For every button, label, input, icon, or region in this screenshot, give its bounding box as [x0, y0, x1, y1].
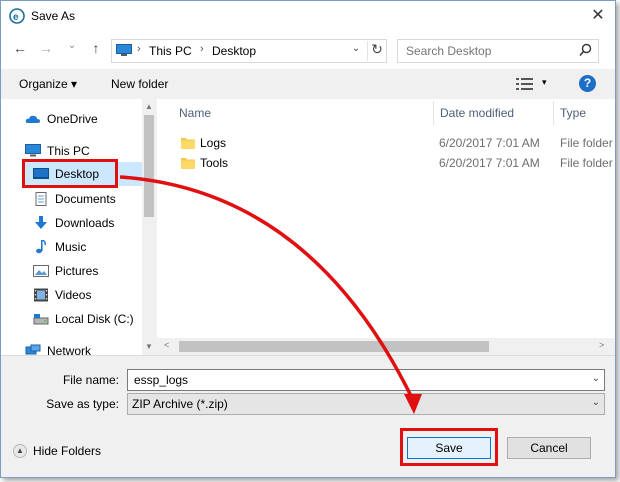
- sidebar-item-label: Downloads: [55, 216, 115, 230]
- search-icon: [579, 43, 592, 57]
- computer-icon: [25, 144, 41, 157]
- sidebar-item-label: Videos: [55, 288, 92, 302]
- navigation-pane-scrollbar[interactable]: ▲ ▼: [142, 99, 156, 355]
- title-bar: e Save As ✕: [1, 1, 615, 31]
- download-icon: [35, 216, 47, 229]
- file-type: File folder: [560, 136, 613, 150]
- sidebar-item-label: This PC: [47, 144, 90, 158]
- sidebar-item-label: OneDrive: [47, 112, 98, 126]
- cancel-button[interactable]: Cancel: [507, 437, 591, 459]
- address-dropdown-icon[interactable]: ⌄: [348, 43, 364, 59]
- scrollbar-thumb[interactable]: [179, 341, 489, 352]
- file-date: 6/20/2017 7:01 AM: [439, 156, 540, 170]
- breadcrumb-desktop[interactable]: Desktop: [212, 44, 256, 58]
- sidebar-item-label: Network: [47, 344, 92, 355]
- file-name-label: File name:: [62, 373, 119, 387]
- navigation-pane: OneDrive This PC Desktop Documents Downl…: [1, 99, 156, 355]
- up-button[interactable]: ↑: [87, 40, 105, 60]
- save-as-dialog: e Save As ✕ ← → ⌄ ↑ › This PC › Desktop …: [0, 0, 616, 478]
- column-divider[interactable]: [553, 101, 554, 125]
- file-date: 6/20/2017 7:01 AM: [439, 136, 540, 150]
- chevron-up-icon: ▲: [13, 444, 27, 458]
- table-row[interactable]: Tools 6/20/2017 7:01 AM File folder: [157, 153, 615, 173]
- column-header-name[interactable]: Name: [179, 99, 211, 127]
- column-divider[interactable]: [433, 101, 434, 125]
- dialog-footer: ▲ Hide Folders Save Cancel: [1, 431, 615, 477]
- sort-ascending-icon: ^: [297, 99, 301, 103]
- breadcrumb-this-pc[interactable]: This PC: [149, 44, 192, 58]
- file-name-input[interactable]: [132, 372, 576, 388]
- view-dropdown-icon[interactable]: ▾: [542, 77, 547, 88]
- refresh-button[interactable]: ↻: [367, 41, 386, 61]
- search-box[interactable]: [397, 39, 599, 63]
- folder-icon: [181, 158, 195, 169]
- recent-locations-button[interactable]: ⌄: [63, 40, 81, 60]
- file-list-horizontal-scrollbar[interactable]: < >: [157, 338, 615, 355]
- document-icon: [35, 192, 47, 206]
- pane-divider: [1, 355, 615, 356]
- save-as-type-label: Save as type:: [46, 397, 119, 411]
- svg-text:e: e: [13, 12, 19, 23]
- column-header-type[interactable]: Type: [560, 99, 586, 127]
- address-bar[interactable]: › This PC › Desktop ⌄ ↻: [111, 39, 387, 63]
- file-type: File folder: [560, 156, 613, 170]
- file-list: ^ Name Date modified Type Logs 6/20/2017…: [157, 99, 615, 355]
- search-input[interactable]: [404, 43, 578, 59]
- scroll-up-icon[interactable]: ▲: [145, 102, 153, 111]
- save-as-type-value: ZIP Archive (*.zip): [132, 397, 228, 411]
- new-folder-button[interactable]: New folder: [111, 77, 168, 91]
- hide-folders-label: Hide Folders: [33, 444, 102, 458]
- scroll-right-icon[interactable]: >: [599, 340, 604, 350]
- back-button[interactable]: ←: [11, 40, 29, 60]
- network-icon: [25, 344, 41, 355]
- sidebar-item-label: Music: [55, 240, 87, 254]
- app-icon: e: [9, 8, 25, 24]
- window-title: Save As: [31, 9, 76, 23]
- file-name-field[interactable]: ⌄: [127, 369, 605, 391]
- table-row[interactable]: Logs 6/20/2017 7:01 AM File folder: [157, 133, 615, 153]
- breadcrumb-separator: ›: [137, 43, 141, 55]
- chevron-down-icon[interactable]: ⌄: [592, 397, 600, 408]
- folder-icon: [181, 138, 195, 149]
- video-icon: [34, 288, 48, 302]
- file-name: Logs: [200, 136, 227, 150]
- music-icon: [36, 240, 46, 254]
- sidebar-item-label: Documents: [55, 192, 116, 206]
- sidebar-item-label: Local Disk (C:): [55, 312, 134, 326]
- disk-icon: [33, 314, 49, 325]
- forward-button[interactable]: →: [37, 40, 55, 60]
- cloud-icon: [25, 115, 40, 123]
- close-button[interactable]: ✕: [587, 5, 609, 27]
- scroll-down-icon[interactable]: ▼: [145, 342, 153, 351]
- chevron-down-icon[interactable]: ⌄: [592, 373, 600, 384]
- save-button[interactable]: Save: [407, 437, 491, 459]
- sidebar-item-label: Pictures: [55, 264, 99, 278]
- picture-icon: [33, 265, 49, 277]
- organize-button[interactable]: Organize ▾: [19, 77, 77, 91]
- sidebar-item-label: Desktop: [55, 167, 100, 181]
- computer-icon: [116, 44, 132, 56]
- scrollbar-thumb[interactable]: [144, 115, 154, 217]
- save-as-type-select[interactable]: ZIP Archive (*.zip) ⌄: [127, 393, 605, 415]
- help-icon[interactable]: ?: [579, 75, 596, 92]
- navigation-bar: ← → ⌄ ↑ › This PC › Desktop ⌄ ↻: [1, 31, 615, 69]
- scroll-left-icon[interactable]: <: [164, 340, 169, 350]
- breadcrumb-separator: ›: [200, 43, 204, 55]
- column-header-date-modified[interactable]: Date modified: [440, 99, 514, 127]
- desktop-icon: [33, 168, 49, 179]
- view-options-icon[interactable]: [516, 77, 534, 91]
- command-toolbar: Organize ▾ New folder ▾ ?: [1, 69, 615, 99]
- file-name: Tools: [200, 156, 229, 170]
